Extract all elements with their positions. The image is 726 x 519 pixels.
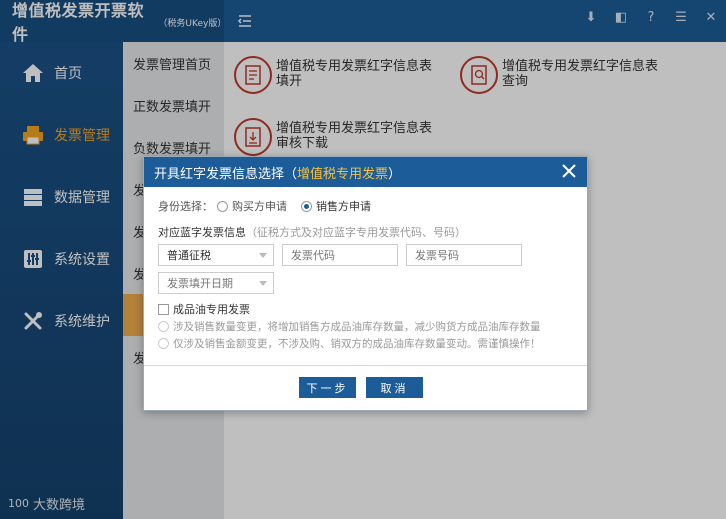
invoice-code-input[interactable]: 发票代码	[282, 244, 398, 266]
invoice-number-input[interactable]: 发票号码	[406, 244, 522, 266]
radio-buyer[interactable]	[217, 200, 228, 212]
blue-info-row: 对应蓝字发票信息 （征税方式及对应蓝字专用发票代码、号码）	[158, 222, 573, 242]
dialog-body: 身份选择： 购买方申请 销售方申请 对应蓝字发票信息 （征税方式及对应蓝字专用发…	[144, 187, 587, 360]
oil-checkbox-label[interactable]: 成品油专用发票	[173, 301, 250, 317]
radio-oil-quantity[interactable]	[158, 321, 169, 332]
issue-date-placeholder: 发票填开日期	[167, 277, 233, 290]
close-icon[interactable]	[561, 163, 577, 179]
issue-date-select[interactable]: 发票填开日期	[158, 272, 274, 294]
oil-option-1-label: 涉及销售数量变更，将增加销售方成品油库存数量，减少购货方成品油库存数量	[173, 321, 541, 333]
chevron-down-icon	[259, 281, 267, 286]
invoice-number-placeholder: 发票号码	[415, 249, 459, 262]
tax-method-select[interactable]: 普通征税	[158, 244, 274, 266]
blue-info-fields: 普通征税 发票代码 发票号码	[158, 244, 573, 266]
dialog-title: 开具红字发票信息选择（	[154, 166, 298, 182]
blue-info-label: 对应蓝字发票信息	[158, 226, 246, 239]
dialog-divider	[144, 365, 587, 366]
cancel-button[interactable]: 取消	[366, 377, 423, 398]
oil-option-2: 仅涉及销售金额变更，不涉及购、销双方的成品油库存数量变动。需谨慎操作！	[158, 335, 573, 352]
chevron-down-icon	[259, 253, 267, 258]
identity-label: 身份选择：	[158, 200, 213, 213]
radio-oil-amount[interactable]	[158, 338, 169, 349]
dialog-title-highlight: 增值税专用发票	[297, 166, 389, 182]
oil-option-1: 涉及销售数量变更，将增加销售方成品油库存数量，减少购货方成品油库存数量	[158, 318, 573, 335]
oil-checkbox[interactable]	[158, 303, 169, 315]
invoice-code-placeholder: 发票代码	[291, 249, 335, 262]
radio-seller[interactable]	[301, 200, 312, 212]
radio-buyer-label[interactable]: 购买方申请	[232, 198, 287, 214]
oil-checkbox-row: 成品油专用发票	[158, 300, 573, 318]
dialog-header: 开具红字发票信息选择（ 增值税专用发票）	[144, 157, 587, 187]
radio-seller-label[interactable]: 销售方申请	[316, 198, 371, 214]
next-step-button[interactable]: 下一步	[299, 377, 356, 398]
tax-method-value: 普通征税	[167, 249, 211, 262]
oil-option-2-label: 仅涉及销售金额变更，不涉及购、销双方的成品油库存数量变动。需谨慎操作！	[173, 338, 541, 350]
identity-row: 身份选择： 购买方申请 销售方申请	[158, 195, 573, 217]
red-invoice-select-dialog: 开具红字发票信息选择（ 增值税专用发票） 身份选择： 购买方申请 销售方申请 对应…	[143, 156, 588, 411]
blue-info-hint: （征税方式及对应蓝字专用发票代码、号码）	[246, 226, 466, 239]
issue-date-row: 发票填开日期	[158, 272, 573, 294]
dialog-title-end: ）	[388, 166, 402, 182]
